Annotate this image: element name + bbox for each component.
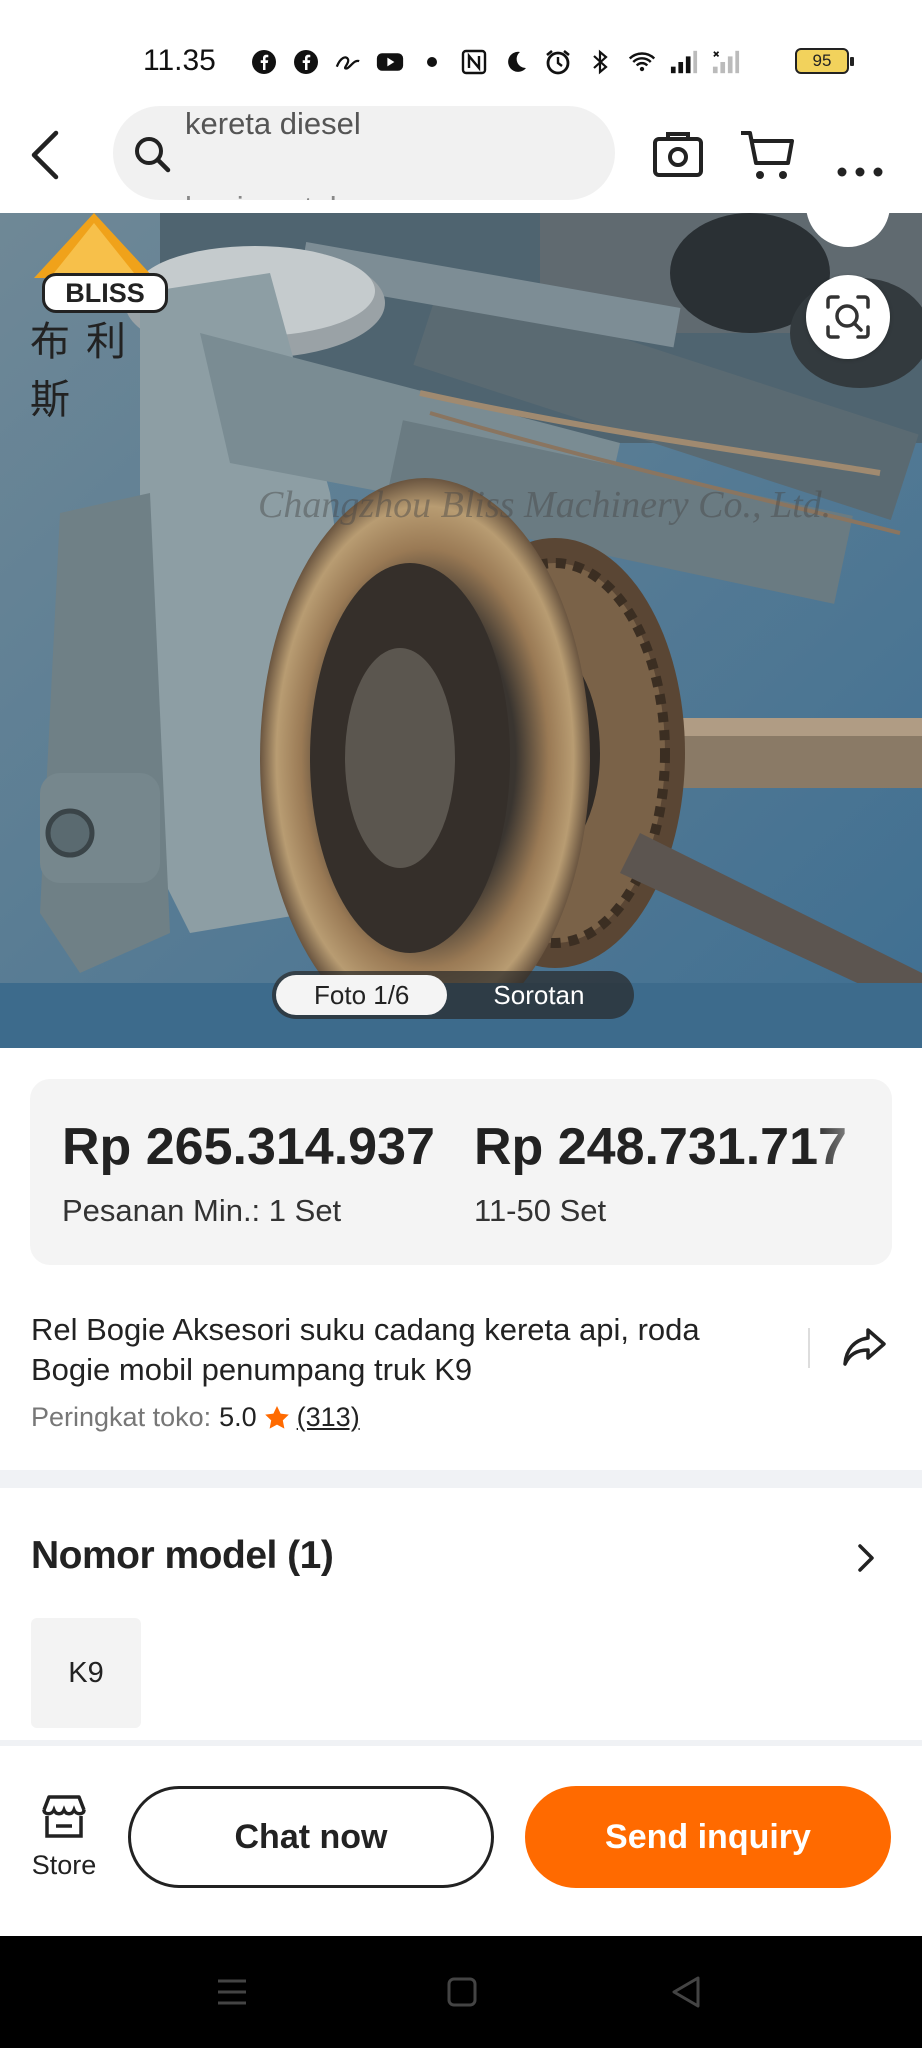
price-value: Rp 265.314.937 bbox=[62, 1118, 435, 1176]
camera-icon bbox=[653, 132, 703, 177]
price-tier: Rp 248.731.717 11-50 Set bbox=[474, 1117, 847, 1229]
store-icon bbox=[42, 1795, 86, 1838]
search-query-line-2: bogie untuk penumpang bbox=[185, 190, 518, 200]
image-search-button[interactable] bbox=[806, 275, 890, 359]
rating-value: 5.0 bbox=[219, 1402, 257, 1432]
battery-indicator: 95 bbox=[795, 48, 854, 74]
store-button[interactable]: Store bbox=[22, 1788, 106, 1898]
back-triangle-icon[interactable] bbox=[666, 1972, 706, 2012]
send-inquiry-button[interactable]: Send inquiry bbox=[525, 1786, 891, 1888]
bluetooth-icon bbox=[586, 48, 614, 76]
back-arrow-icon bbox=[31, 130, 59, 180]
price-quantity: 11-50 Set bbox=[474, 1193, 607, 1228]
price-tier: Rp 265.314.937 Pesanan Min.: 1 Set bbox=[62, 1117, 435, 1229]
share-button[interactable] bbox=[840, 1322, 890, 1372]
price-value: Rp 248.731.717 bbox=[474, 1118, 847, 1176]
logo-brand-text: BLISS bbox=[42, 273, 168, 313]
photo-tabs: Foto 1/6 Sorotan bbox=[272, 971, 635, 1019]
tab-photos[interactable]: Foto 1/6 bbox=[276, 975, 448, 1015]
scan-icon bbox=[826, 295, 870, 339]
nfc-icon bbox=[460, 48, 488, 76]
wifi-icon bbox=[628, 48, 656, 76]
divider bbox=[808, 1328, 810, 1368]
header: kereta diesel bogie untuk penumpang bbox=[0, 105, 922, 213]
star-icon bbox=[264, 1405, 289, 1429]
cart-icon bbox=[741, 131, 794, 179]
model-section-title[interactable]: Nomor model (1) bbox=[31, 1534, 334, 1578]
bottom-action-bar: Store Chat now Send inquiry bbox=[0, 1746, 922, 1936]
dot-icon bbox=[418, 48, 446, 76]
product-title: Rel Bogie Aksesori suku cadang kereta ap… bbox=[31, 1312, 700, 1387]
share-icon bbox=[843, 1328, 886, 1366]
store-rating: Peringkat toko: 5.0 (313) bbox=[31, 1402, 360, 1433]
search-input[interactable]: kereta diesel bogie untuk penumpang bbox=[113, 106, 615, 200]
price-scroll-fade bbox=[812, 1079, 892, 1265]
camera-search-button[interactable] bbox=[648, 125, 708, 185]
youtube-icon bbox=[376, 48, 404, 76]
recent-apps-icon[interactable] bbox=[212, 1972, 252, 2012]
price-quantity: Pesanan Min.: 1 Set bbox=[62, 1193, 342, 1228]
facebook-icon bbox=[292, 48, 320, 76]
brand-logo: BLISS 布利斯 bbox=[14, 213, 174, 422]
chat-now-button[interactable]: Chat now bbox=[128, 1786, 494, 1888]
signal-icon bbox=[712, 48, 740, 76]
status-time: 11.35 bbox=[143, 44, 216, 77]
cart-button[interactable] bbox=[738, 125, 798, 185]
rating-count-link[interactable]: (313) bbox=[297, 1402, 360, 1433]
more-options-button[interactable] bbox=[832, 125, 892, 185]
chevron-right-icon[interactable] bbox=[848, 1538, 884, 1578]
product-image-gallery[interactable]: BLISS 布利斯 Changzhou Bliss Machinery Co.,… bbox=[0, 213, 922, 1048]
logo-chinese-text: 布利斯 bbox=[30, 320, 142, 422]
rating-label: Peringkat toko: bbox=[31, 1402, 212, 1432]
app-icon bbox=[334, 48, 362, 76]
price-card[interactable]: Rp 265.314.937 Pesanan Min.: 1 Set Rp 24… bbox=[30, 1079, 892, 1265]
signal-icon bbox=[670, 48, 698, 76]
home-icon[interactable] bbox=[442, 1972, 482, 2012]
alarm-icon bbox=[544, 48, 572, 76]
status-bar: 11.35 95 bbox=[0, 0, 922, 105]
status-icons bbox=[250, 42, 740, 82]
store-label: Store bbox=[31, 1850, 97, 1880]
section-divider bbox=[0, 1470, 922, 1488]
search-query: kereta diesel bbox=[185, 106, 361, 141]
model-option[interactable]: K9 bbox=[31, 1618, 141, 1728]
facebook-icon bbox=[250, 48, 278, 76]
system-nav-bar bbox=[0, 1936, 922, 2048]
tab-highlights[interactable]: Sorotan bbox=[447, 975, 630, 1015]
image-watermark: Changzhou Bliss Machinery Co., Ltd. bbox=[258, 484, 832, 526]
search-icon bbox=[135, 137, 171, 173]
more-dots-icon bbox=[837, 167, 883, 177]
moon-icon bbox=[502, 48, 530, 76]
back-button[interactable] bbox=[26, 125, 86, 185]
